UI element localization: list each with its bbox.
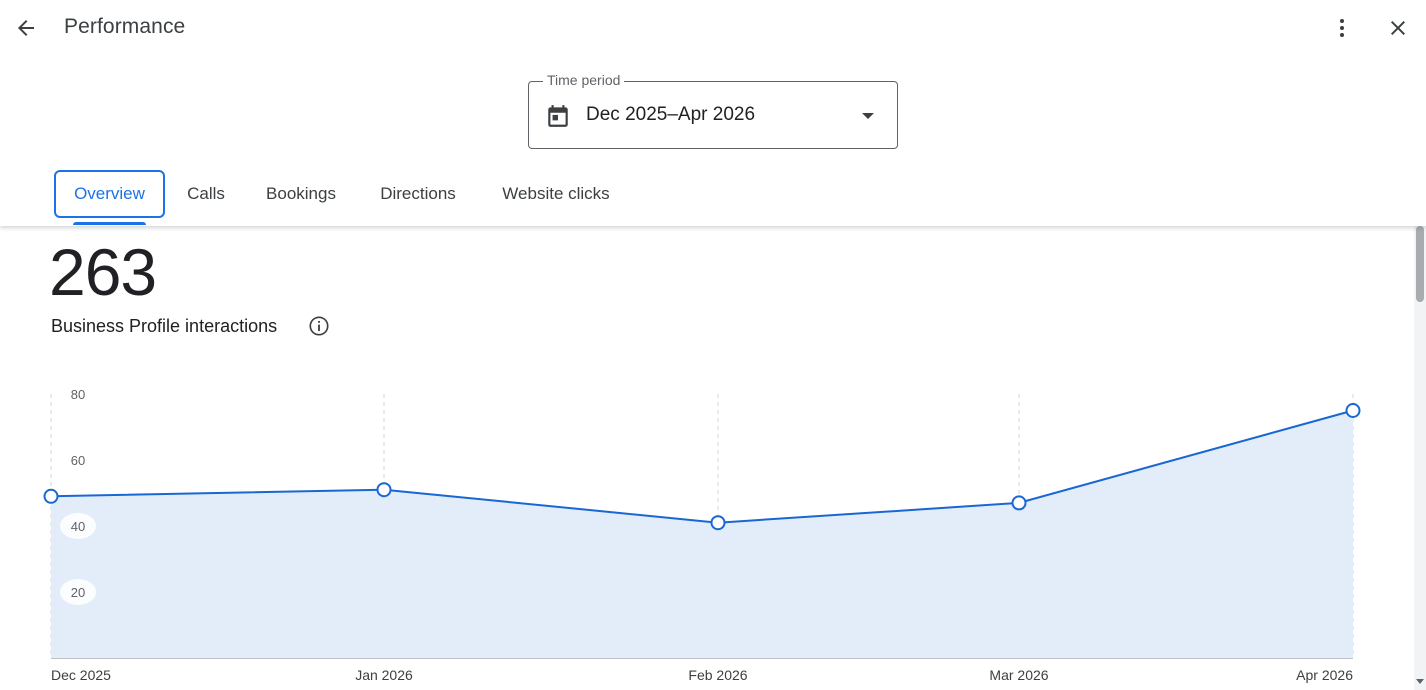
more-options-button[interactable] xyxy=(1326,12,1358,44)
x-tick-label: Feb 2026 xyxy=(688,667,747,683)
tab-website-clicks[interactable]: Website clicks xyxy=(488,170,624,218)
data-point[interactable] xyxy=(710,515,726,531)
app-header: Performance Time period Dec 2025–Apr 202… xyxy=(0,0,1426,226)
data-point[interactable] xyxy=(1011,495,1027,511)
more-vert-icon xyxy=(1340,19,1344,37)
y-tick-label: 40 xyxy=(71,519,85,534)
tab-directions[interactable]: Directions xyxy=(366,170,470,218)
x-tick-label: Apr 2026 xyxy=(1296,667,1353,683)
time-period-select[interactable]: Time period Dec 2025–Apr 2026 xyxy=(528,72,898,149)
y-tick-label: 20 xyxy=(71,585,85,600)
page-title: Performance xyxy=(64,15,186,38)
y-tick-label: 80 xyxy=(71,387,85,402)
x-tick-label: Mar 2026 xyxy=(989,667,1048,683)
x-tick-label: Dec 2025 xyxy=(51,667,111,683)
arrow-back-icon xyxy=(18,20,34,36)
data-point[interactable] xyxy=(43,488,59,504)
back-button[interactable] xyxy=(10,12,42,44)
x-tick-label: Jan 2026 xyxy=(355,667,413,683)
close-button[interactable] xyxy=(1382,12,1414,44)
tab-overview[interactable]: Overview xyxy=(54,170,165,218)
time-period-value: Dec 2025–Apr 2026 xyxy=(586,104,756,125)
y-tick-label: 60 xyxy=(71,453,85,468)
data-point[interactable] xyxy=(376,482,392,498)
close-icon xyxy=(1391,21,1405,35)
tab-calls[interactable]: Calls xyxy=(174,170,238,218)
active-tab-indicator xyxy=(73,222,146,225)
data-point[interactable] xyxy=(1345,403,1361,418)
dropdown-arrow-icon xyxy=(862,113,874,119)
calendar-icon xyxy=(548,105,568,127)
series-area xyxy=(51,410,1353,658)
time-period-label: Time period xyxy=(543,72,625,88)
tab-bookings[interactable]: Bookings xyxy=(254,170,348,218)
